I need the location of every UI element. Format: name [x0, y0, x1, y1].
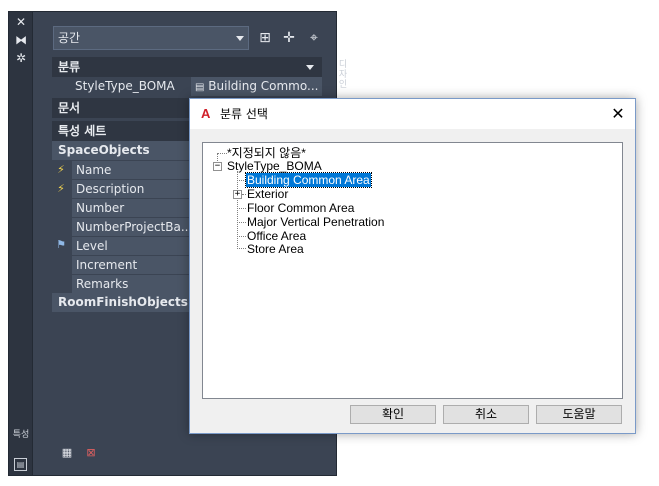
tree-connector: [237, 180, 246, 181]
design-tab[interactable]: 디자인: [336, 60, 350, 90]
tree-connector: [217, 153, 227, 154]
chevron-down-icon: [236, 36, 244, 41]
tree-item-major-vertical-penetration[interactable]: Major Vertical Penetration: [247, 215, 384, 229]
dialog-title: 분류 선택: [220, 107, 268, 121]
tree-connector: [237, 222, 246, 223]
tree-item-building-common-area[interactable]: Building Common Area: [245, 172, 372, 188]
classification-tree[interactable]: *지정되지 않음* − StyleType_BOMA Building Comm…: [202, 142, 623, 399]
tree-connector: [237, 248, 246, 249]
tree-item-store-area[interactable]: Store Area: [247, 242, 304, 256]
tree-item-root[interactable]: StyleType_BOMA: [227, 159, 322, 173]
tree-item-office-area[interactable]: Office Area: [247, 229, 306, 243]
tree-item-unspecified[interactable]: *지정되지 않음*: [227, 146, 306, 160]
palette-title-label: 특성: [12, 430, 30, 440]
collapse-icon[interactable]: −: [213, 162, 222, 171]
section-classification[interactable]: 분류: [52, 57, 322, 77]
help-button[interactable]: 도움말: [536, 405, 622, 424]
select-objects-icon[interactable]: ⌖: [305, 29, 323, 47]
select-classification-dialog: A 분류 선택 ✕ *지정되지 않음* − StyleType_BOMA Bui…: [189, 98, 636, 434]
tree-item-exterior[interactable]: Exterior: [247, 187, 288, 201]
chevron-down-icon: [306, 65, 314, 70]
automatic-property-icon: ⚡: [57, 163, 65, 176]
close-button[interactable]: ✕: [607, 104, 629, 124]
palette-title-strip: ✕ ⧓ ✲ 특성 ▤: [9, 12, 33, 475]
classification-value[interactable]: ▤ Building Commo...: [191, 77, 322, 96]
list-icon: ▤: [195, 82, 205, 93]
cancel-button[interactable]: 취소: [443, 405, 529, 424]
pickadd-icon[interactable]: ✛: [280, 29, 298, 47]
remove-property-set-icon[interactable]: ⊠: [83, 446, 99, 460]
palette-menu-icon[interactable]: ▤: [14, 458, 27, 471]
level-property-icon: ⚑: [56, 238, 66, 251]
autohide-icon[interactable]: ⧓: [9, 33, 33, 47]
classification-label: StyleType_BOMA: [75, 79, 175, 93]
add-property-set-icon[interactable]: ▦: [59, 446, 75, 460]
ok-button[interactable]: 확인: [350, 405, 436, 424]
tree-connector: [237, 208, 246, 209]
dialog-titlebar[interactable]: A 분류 선택 ✕: [190, 99, 635, 129]
tree-connector: [242, 194, 246, 195]
tree-item-floor-common-area[interactable]: Floor Common Area: [247, 201, 354, 215]
tree-connector: [237, 236, 246, 237]
dropdown-value: 공간: [58, 31, 81, 45]
autocad-logo-icon: A: [201, 106, 211, 121]
automatic-property-icon: ⚡: [57, 182, 65, 195]
settings-icon[interactable]: ✲: [9, 51, 33, 65]
expand-icon[interactable]: +: [233, 190, 242, 199]
close-icon[interactable]: ✕: [9, 15, 33, 29]
object-type-dropdown[interactable]: 공간: [53, 26, 249, 50]
quick-select-icon[interactable]: ⊞: [256, 29, 274, 47]
